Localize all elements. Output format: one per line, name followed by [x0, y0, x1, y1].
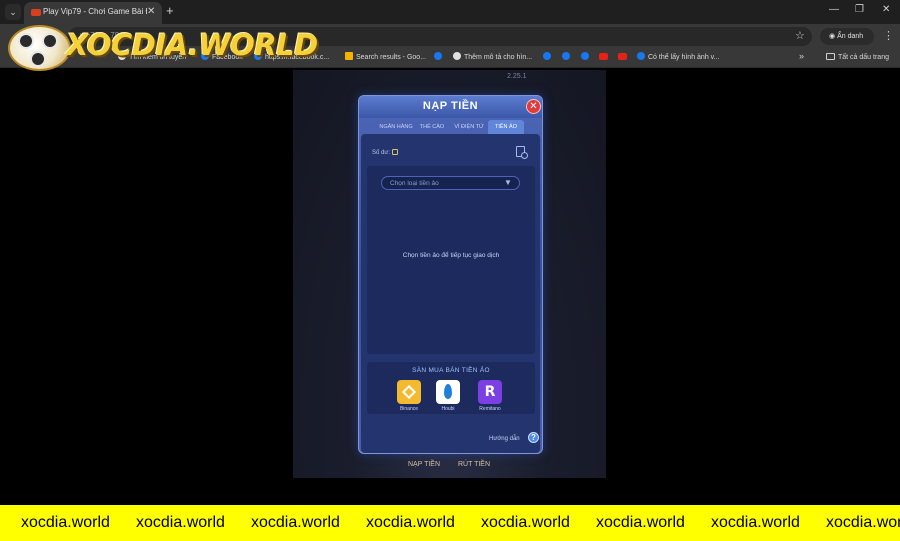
help-icon[interactable]: ? [528, 432, 539, 443]
ticker-text: xocdia.world [596, 514, 685, 531]
guide-link[interactable]: Hướng dẫn [489, 436, 520, 442]
bookmark-item[interactable] [599, 52, 611, 64]
houbi-icon [436, 380, 460, 404]
all-bookmarks-button[interactable]: Tất cả dấu trang [826, 53, 889, 61]
modal-header: NẠP TIỀN [359, 96, 542, 118]
exchange-remitano[interactable]: R Remitano [475, 380, 505, 412]
chip-icon [42, 33, 58, 49]
modal-title: NẠP TIỀN [422, 100, 479, 112]
incognito-badge[interactable]: ◉ Ẩn danh [820, 28, 874, 45]
screen: ⌄ Play Vip79 - Chơi Game Bài Đổi ✕ + — ❐… [0, 0, 900, 541]
browser-tab-strip: ⌄ Play Vip79 - Chơi Game Bài Đổi ✕ + — ❐… [0, 0, 900, 24]
crypto-select-placeholder: Chọn loại tiền ảo [390, 180, 439, 187]
facebook-icon [562, 52, 570, 60]
youtube-icon [618, 53, 627, 60]
history-icon[interactable] [516, 146, 528, 159]
bookmarks-overflow-icon[interactable]: » [799, 51, 804, 61]
deposit-tabs: NGÂN HÀNG THẺ CÀO VÍ ĐIỆN TỬ TIỀN ẢO [378, 120, 524, 134]
ticker-text: xocdia.world [826, 514, 900, 531]
chip-icon [18, 33, 34, 49]
bookmark-item[interactable] [543, 52, 554, 64]
exchange-label: Remitano [479, 406, 501, 412]
incognito-label: Ẩn danh [837, 33, 864, 40]
facebook-icon [543, 52, 551, 60]
facebook-icon [637, 52, 645, 60]
balance-label: Số dư: [372, 149, 399, 156]
tab-search-chevron-icon[interactable]: ⌄ [5, 4, 21, 20]
crypto-select-area [367, 166, 535, 354]
modal-close-button[interactable]: ✕ [526, 99, 541, 114]
bookmark-item[interactable] [562, 52, 573, 64]
watermark-text: XOCDIA.WORLD [66, 28, 318, 62]
youtube-icon [599, 53, 608, 60]
tab-title: Play Vip79 - Chơi Game Bài Đổi [43, 7, 147, 16]
game-version: 2.25.1 [507, 73, 527, 80]
tab-crypto[interactable]: TIỀN ẢO [488, 120, 524, 134]
browser-tab[interactable]: Play Vip79 - Chơi Game Bài Đổi ✕ [24, 2, 162, 24]
tab-bank[interactable]: NGÂN HÀNG [378, 120, 414, 134]
bookmark-item[interactable] [581, 52, 592, 64]
tab-e-wallet[interactable]: VÍ ĐIỆN TỬ [450, 120, 488, 134]
coin-icon [392, 149, 399, 155]
chevron-down-icon[interactable]: ▼ [504, 178, 513, 187]
facebook-icon [434, 52, 442, 60]
remitano-icon: R [478, 380, 502, 404]
globe-icon [453, 52, 461, 60]
ticker-text: xocdia.world [21, 514, 110, 531]
ticker-text: xocdia.world [251, 514, 340, 531]
incognito-icon: ◉ [829, 33, 838, 40]
window-close-icon[interactable]: ✕ [882, 4, 890, 15]
ticker-text: xocdia.world [136, 514, 225, 531]
binance-icon [397, 380, 421, 404]
ticker-text: xocdia.world [366, 514, 455, 531]
tab-card[interactable]: THẺ CÀO [416, 120, 448, 134]
exchange-houbi[interactable]: Houbi [433, 380, 463, 412]
deposit-modal: NẠP TIỀN ✕ NGÂN HÀNG THẺ CÀO VÍ ĐIỆN TỬ … [358, 95, 543, 454]
tab-close-icon[interactable]: ✕ [147, 6, 155, 17]
browser-menu-icon[interactable]: ⋮ [883, 29, 894, 42]
bookmark-item[interactable]: Có thể lấy hình ảnh v... [637, 52, 719, 64]
exchange-section-title: SÀN MUA BÁN TIỀN ẢO [412, 367, 490, 374]
chip-icon [30, 51, 46, 67]
select-hint-text: Chọn tiền ảo để tiếp tục giao dịch [402, 252, 500, 259]
exchange-label: Houbi [441, 406, 455, 412]
new-tab-icon[interactable]: + [166, 3, 174, 18]
minimize-icon[interactable]: — [829, 4, 839, 15]
xocdia-disc-icon [8, 25, 71, 71]
bookmark-item[interactable] [618, 52, 630, 64]
exchange-binance[interactable]: Binance [394, 380, 424, 412]
watermark-ticker: xocdia.world xocdia.world xocdia.world x… [0, 505, 900, 541]
restore-icon[interactable]: ❐ [855, 4, 864, 15]
folder-icon [826, 53, 835, 60]
bookmark-item[interactable]: Thêm mô tả cho hìn... [453, 52, 532, 64]
ticker-text: xocdia.world [481, 514, 570, 531]
site-favicon-icon [31, 9, 41, 16]
drive-icon [345, 52, 353, 60]
bookmark-star-icon[interactable]: ☆ [795, 29, 805, 42]
facebook-icon [581, 52, 589, 60]
xocdia-watermark-logo: XOCDIA.WORLD [8, 22, 318, 74]
bookmark-item[interactable] [434, 52, 445, 64]
ticker-text: xocdia.world [711, 514, 800, 531]
bookmark-item[interactable]: Search results - Goo... [345, 52, 426, 64]
exchange-label: Binance [399, 406, 419, 412]
